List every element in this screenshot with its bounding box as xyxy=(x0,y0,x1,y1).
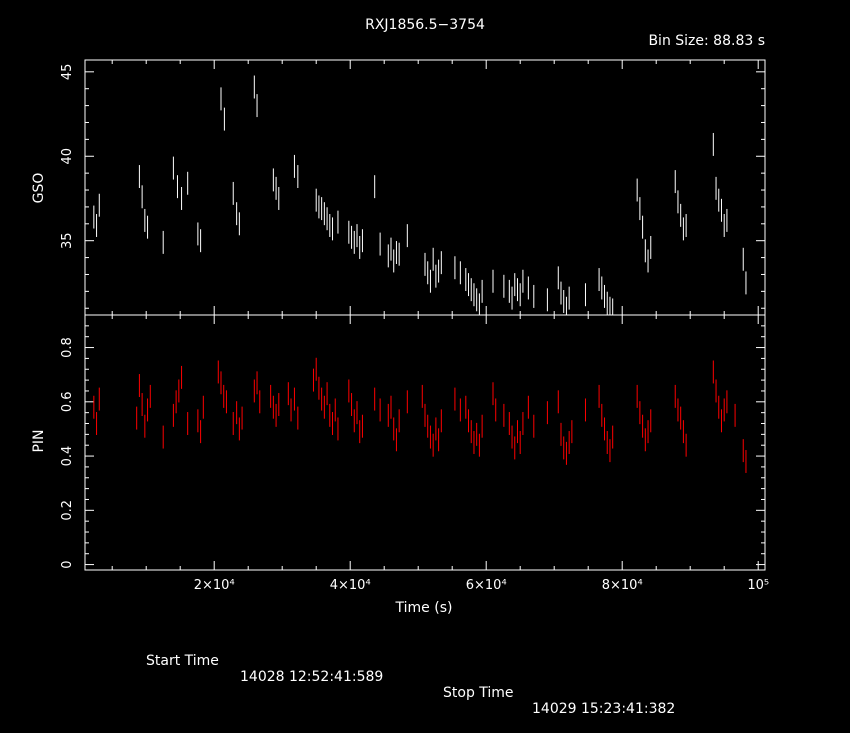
gso-axis-label: GSO xyxy=(31,173,47,204)
pin-ytick-label: 0.6 xyxy=(60,391,75,412)
light-curve-figure: RXJ1856.5−3754 Bin Size: 88.83 s GSO PIN… xyxy=(0,0,850,717)
gso-ytick-label: 45 xyxy=(60,64,75,81)
gso-ytick-label: 40 xyxy=(60,148,75,165)
gso-panel-frame xyxy=(84,59,766,316)
pin-ytick-label: 0.8 xyxy=(60,337,75,358)
time-tick-label: 8×10⁴ xyxy=(602,578,643,593)
pin-axis-label: PIN xyxy=(31,429,47,452)
pin-ytick-label: 0.2 xyxy=(60,500,75,521)
start-time-label: Start Time xyxy=(146,653,219,669)
stop-time-value: 14029 15:23:41:382 xyxy=(532,701,676,717)
time-range-footer: Start Time 14028 12:52:41:589 Stop Time … xyxy=(0,637,850,733)
chart-title: RXJ1856.5−3754 xyxy=(365,17,485,33)
time-axis-label: Time (s) xyxy=(395,600,453,616)
stop-time-label: Stop Time xyxy=(443,685,514,701)
start-time-value: 14028 12:52:41:589 xyxy=(240,669,384,685)
time-tick-label: 4×10⁴ xyxy=(330,578,371,593)
time-tick-label: 2×10⁴ xyxy=(194,578,235,593)
pin-ytick-label: 0.4 xyxy=(60,446,75,467)
time-tick-label: 6×10⁴ xyxy=(466,578,507,593)
gso-ytick-label: 35 xyxy=(60,232,75,249)
time-tick-label: 10⁵ xyxy=(747,578,769,593)
pin-panel-frame xyxy=(84,314,766,571)
light-curve-plot: RXJ1856.5−3754 Bin Size: 88.83 s GSO PIN… xyxy=(31,17,769,616)
bin-size-label: Bin Size: 88.83 s xyxy=(648,33,765,49)
pin-ytick-label: 0 xyxy=(60,560,75,568)
